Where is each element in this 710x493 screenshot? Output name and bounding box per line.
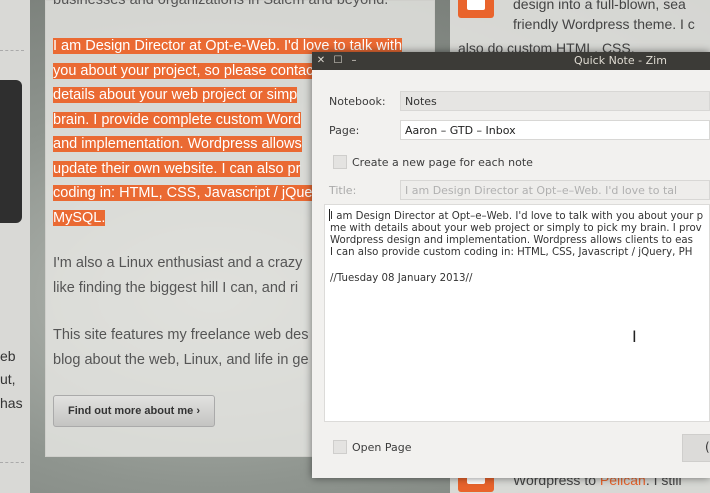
maximize-icon[interactable]: ☐ [332, 52, 344, 70]
notebook-combo[interactable]: Notes [400, 91, 710, 111]
left-text-line: has [0, 395, 23, 411]
right-text-line: design into a full-blown, sea [513, 0, 686, 12]
open-page-label: Open Page [352, 441, 412, 454]
page-label: Page: [329, 124, 360, 137]
close-icon[interactable]: ✕ [315, 52, 327, 70]
left-text-line: ut, [0, 371, 16, 387]
intro-text: businesses and organizations in Salem an… [53, 0, 389, 8]
note-line: I am Design Director at Opt–e–Web. I'd l… [330, 211, 704, 222]
title-label: Title: [329, 184, 357, 197]
left-dark-widget [0, 80, 22, 223]
page-field[interactable]: Aaron – GTD – Inbox [400, 120, 710, 140]
notebook-label: Notebook: [329, 95, 386, 108]
service-icon [458, 0, 494, 18]
window-title: Quick Note - Zim [574, 54, 667, 67]
find-out-more-button[interactable]: Find out more about me › [53, 395, 215, 427]
titlebar: ✕ ☐ – Quick Note - Zim [312, 52, 710, 70]
right-text-line: friendly Wordpress theme. I c [513, 16, 695, 32]
note-date: //Tuesday 08 January 2013// [330, 273, 473, 284]
open-page-checkbox[interactable] [333, 440, 347, 454]
divider [0, 462, 24, 463]
note-line: I can also provide custom coding in: HTM… [330, 247, 693, 258]
ok-button-label: ( [705, 440, 710, 454]
note-line: Wordpress design and implementation. Wor… [330, 235, 693, 246]
left-text-line: eb [0, 348, 16, 364]
title-field[interactable]: I am Design Director at Opt–e–Web. I'd l… [400, 180, 710, 200]
quick-note-dialog: ✕ ☐ – Quick Note - Zim Notebook: Notes P… [312, 52, 710, 478]
note-text-area[interactable]: I am Design Director at Opt–e–Web. I'd l… [324, 204, 710, 422]
create-new-page-checkbox[interactable] [333, 155, 347, 169]
note-line: me with details about your web project o… [330, 223, 702, 234]
minimize-icon[interactable]: – [348, 52, 360, 70]
divider [0, 50, 24, 51]
ok-button[interactable]: ( [682, 434, 710, 462]
create-new-page-label: Create a new page for each note [352, 156, 533, 169]
left-column [0, 0, 30, 493]
text-cursor-icon: Ⅰ [632, 327, 637, 346]
